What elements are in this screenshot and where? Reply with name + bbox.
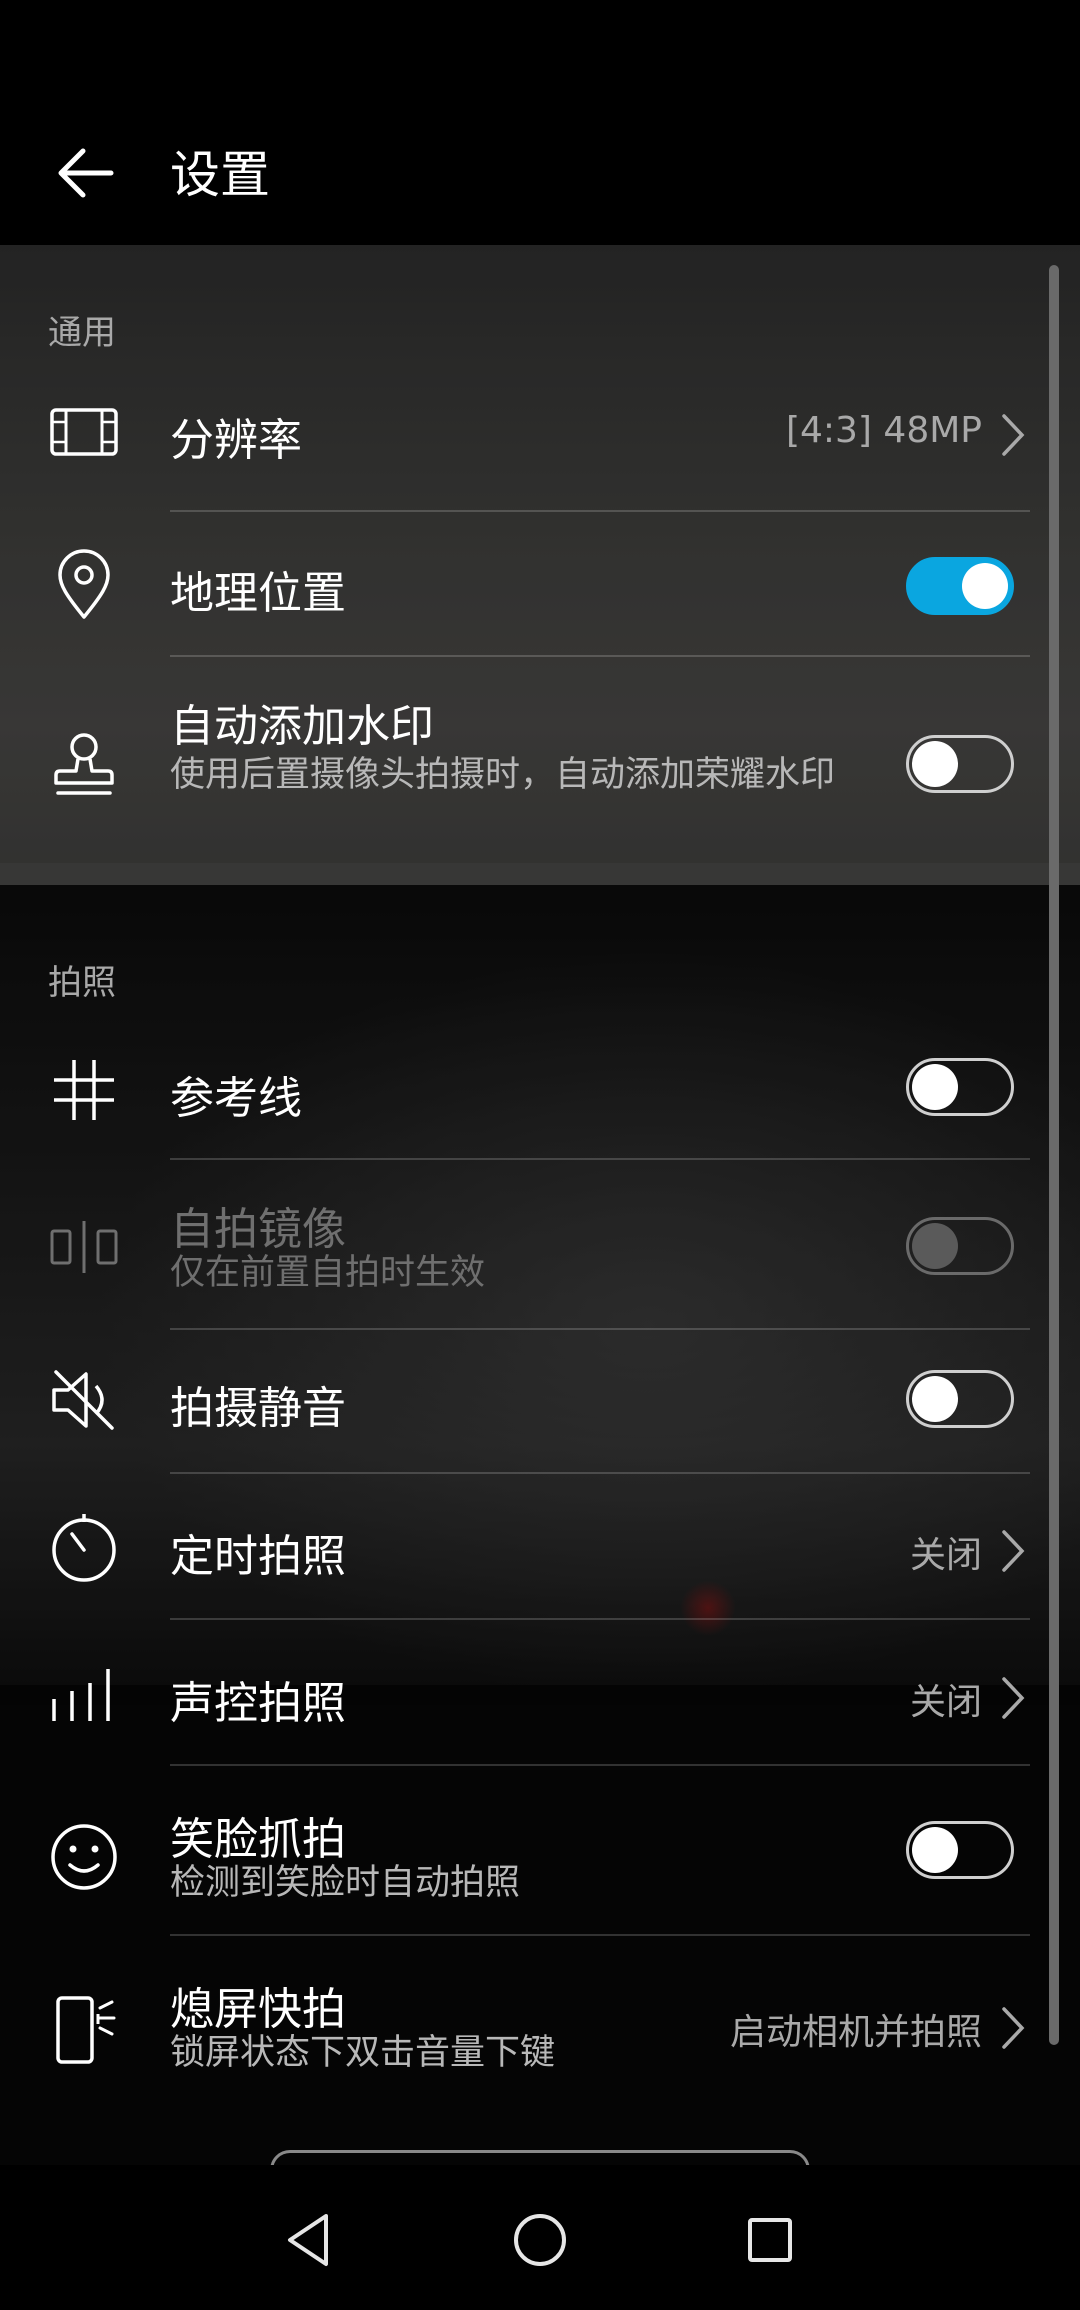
- recents-square-icon: [748, 2218, 792, 2262]
- camera-settings-screen: 设置 通用 分辨率 [4:3] 48MP 地理位置 自动添加水印 使用后置摄像头…: [0, 0, 1080, 2310]
- setting-quick-snapshot[interactable]: 熄屏快拍 锁屏状态下双击音量下键 启动相机并拍照: [0, 1965, 1080, 2105]
- home-circle-icon: [514, 2214, 566, 2266]
- section-label-photo: 拍照: [48, 963, 116, 1003]
- setting-value: 关闭: [909, 1682, 982, 1723]
- scrollbar[interactable]: [1049, 265, 1059, 2045]
- setting-mute[interactable]: 拍摄静音: [0, 1360, 1080, 1470]
- mirror-icon: [44, 1207, 124, 1287]
- setting-voice[interactable]: 声控拍照 关闭: [0, 1655, 1080, 1765]
- setting-label: 自拍镜像: [170, 1204, 346, 1255]
- setting-value: [4:3] 48MP: [785, 410, 982, 451]
- system-nav-bar: [0, 2165, 1080, 2310]
- setting-watermark[interactable]: 自动添加水印 使用后置摄像头拍摄时，自动添加荣耀水印: [0, 685, 1080, 855]
- setting-description: 检测到笑脸时自动拍照: [170, 1863, 521, 1903]
- setting-label: 拍摄静音: [170, 1383, 346, 1434]
- film-frame-icon: [44, 392, 124, 472]
- setting-value: 关闭: [909, 1535, 982, 1576]
- back-triangle-icon: [288, 2214, 328, 2266]
- smile-icon: [44, 1817, 124, 1897]
- setting-label: 熄屏快拍: [170, 1984, 346, 2035]
- setting-label: 定时拍照: [170, 1531, 346, 1582]
- chevron-right-icon: [1002, 1677, 1025, 1719]
- setting-description: 使用后置摄像头拍摄时，自动添加荣耀水印: [170, 755, 836, 795]
- gridlines-toggle[interactable]: [906, 1058, 1014, 1116]
- back-arrow-icon: [58, 148, 114, 198]
- setting-description: 仅在前置自拍时生效: [170, 1253, 486, 1293]
- nav-home-button[interactable]: [485, 2185, 595, 2295]
- divider: [170, 510, 1030, 512]
- mute-toggle[interactable]: [906, 1370, 1014, 1428]
- setting-resolution[interactable]: 分辨率 [4:3] 48MP: [0, 392, 1080, 512]
- toggle-knob: [912, 741, 958, 787]
- setting-label: 地理位置: [170, 568, 346, 619]
- divider: [170, 1618, 1030, 1620]
- back-button[interactable]: [40, 128, 130, 218]
- setting-label: 参考线: [170, 1073, 302, 1124]
- toggle-knob: [912, 1376, 958, 1422]
- watermark-toggle[interactable]: [906, 735, 1014, 793]
- smile-toggle[interactable]: [906, 1821, 1014, 1879]
- location-toggle[interactable]: [906, 557, 1014, 615]
- setting-location[interactable]: 地理位置: [0, 545, 1080, 655]
- setting-timer[interactable]: 定时拍照 关闭: [0, 1508, 1080, 1618]
- stamp-icon: [44, 725, 124, 805]
- mirror-toggle[interactable]: [906, 1217, 1014, 1275]
- setting-value: 启动相机并拍照: [729, 2012, 982, 2053]
- divider: [170, 1328, 1030, 1330]
- nav-recents-button[interactable]: [715, 2185, 825, 2295]
- divider: [170, 1158, 1030, 1160]
- toggle-knob: [962, 563, 1008, 609]
- setting-smile[interactable]: 笑脸抓拍 检测到笑脸时自动拍照: [0, 1795, 1080, 1935]
- setting-description: 锁屏状态下双击音量下键: [170, 2033, 556, 2073]
- setting-label: 笑脸抓拍: [170, 1814, 346, 1865]
- nav-back-button[interactable]: [255, 2185, 365, 2295]
- grid-icon: [44, 1050, 124, 1130]
- page-title: 设置: [170, 146, 270, 204]
- setting-label: 声控拍照: [170, 1678, 346, 1729]
- setting-gridlines[interactable]: 参考线: [0, 1050, 1080, 1160]
- speaker-muted-icon: [44, 1360, 124, 1440]
- phone-shortcut-icon: [44, 1990, 124, 2070]
- chevron-right-icon: [1002, 1530, 1025, 1572]
- divider: [170, 1472, 1030, 1474]
- location-pin-icon: [44, 545, 124, 625]
- toggle-knob: [912, 1223, 958, 1269]
- app-header: 设置: [0, 0, 1080, 245]
- setting-label: 自动添加水印: [170, 701, 434, 752]
- sound-bars-icon: [44, 1655, 124, 1735]
- chevron-right-icon: [1002, 414, 1025, 456]
- toggle-knob: [912, 1827, 958, 1873]
- section-label-general: 通用: [48, 313, 116, 353]
- setting-label: 分辨率: [170, 415, 302, 466]
- toggle-knob: [912, 1064, 958, 1110]
- timer-icon: [44, 1508, 124, 1588]
- divider: [170, 655, 1030, 657]
- setting-mirror[interactable]: 自拍镜像 仅在前置自拍时生效: [0, 1185, 1080, 1325]
- divider: [170, 1934, 1030, 1936]
- chevron-right-icon: [1002, 2007, 1025, 2049]
- divider: [170, 1764, 1030, 1766]
